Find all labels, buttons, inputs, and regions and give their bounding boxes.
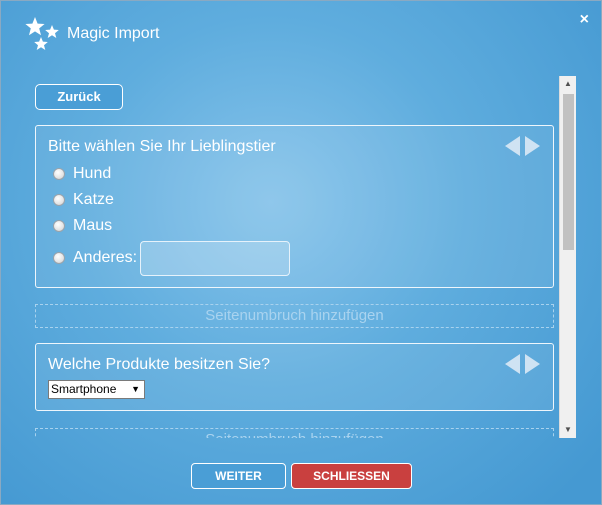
question-card-favorite-animal: Bitte wählen Sie Ihr Lieblingstier Hund …	[35, 125, 554, 288]
add-page-break-button[interactable]: Seitenumbruch hinzufügen	[35, 304, 554, 328]
back-button[interactable]: Zurück	[35, 84, 123, 110]
option-katze[interactable]: Katze	[53, 190, 114, 210]
magic-import-dialog: Magic Import × Zurück Bitte wählen Sie I…	[0, 0, 602, 505]
question-nav-arrows	[505, 354, 545, 376]
dialog-title: Magic Import	[67, 25, 160, 42]
select-value: Smartphone	[51, 382, 117, 396]
vertical-scrollbar[interactable]: ▲ ▼	[559, 76, 576, 438]
add-page-break-button[interactable]: Seitenumbruch hinzufügen	[35, 428, 554, 438]
radio-button[interactable]	[53, 252, 65, 264]
option-label: Anderes:	[73, 249, 138, 266]
arrow-right-icon[interactable]	[525, 354, 540, 374]
option-label: Maus	[73, 217, 113, 234]
option-label: Katze	[73, 191, 114, 208]
arrow-left-icon[interactable]	[505, 354, 520, 374]
products-select[interactable]: Smartphone ▼	[48, 380, 145, 399]
option-maus[interactable]: Maus	[53, 216, 112, 236]
dialog-header: Magic Import ×	[1, 1, 601, 71]
arrow-right-icon[interactable]	[525, 136, 540, 156]
form-scroll-area[interactable]: Zurück Bitte wählen Sie Ihr Lieblingstie…	[35, 76, 555, 438]
scroll-up-icon[interactable]: ▲	[560, 76, 576, 92]
radio-button[interactable]	[53, 220, 65, 232]
scroll-down-icon[interactable]: ▼	[560, 422, 576, 438]
option-hund[interactable]: Hund	[53, 164, 111, 184]
next-button[interactable]: WEITER	[191, 463, 286, 489]
option-label: Hund	[73, 165, 112, 182]
stars-icon	[25, 17, 59, 50]
close-icon[interactable]: ×	[580, 12, 589, 28]
radio-button[interactable]	[53, 194, 65, 206]
scrollbar-thumb[interactable]	[563, 94, 574, 250]
chevron-down-icon: ▼	[131, 384, 140, 394]
close-button[interactable]: SCHLIESSEN	[291, 463, 412, 489]
question-title: Welche Produkte besitzen Sie?	[48, 356, 271, 373]
question-nav-arrows	[505, 136, 545, 158]
radio-button[interactable]	[53, 168, 65, 180]
arrow-left-icon[interactable]	[505, 136, 520, 156]
other-text-input[interactable]	[140, 241, 290, 276]
question-title: Bitte wählen Sie Ihr Lieblingstier	[48, 138, 276, 155]
question-card-products: Welche Produkte besitzen Sie? Smartphone…	[35, 343, 554, 411]
option-anderes[interactable]: Anderes:	[53, 248, 137, 268]
